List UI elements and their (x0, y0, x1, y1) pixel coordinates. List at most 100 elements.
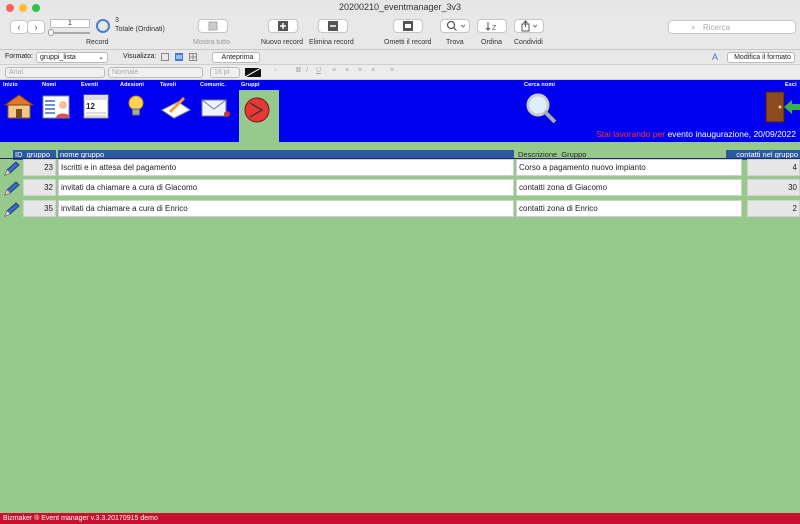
format-select-value: gruppi_lista (40, 54, 76, 61)
list-view-icon[interactable] (175, 53, 183, 61)
window-controls (6, 4, 40, 12)
exit-door-icon[interactable] (764, 90, 800, 124)
bold-icon[interactable]: B (296, 67, 301, 74)
omit-record-label: Ometti il record (384, 39, 432, 46)
text-color-icon[interactable] (245, 68, 261, 77)
highlight-icon[interactable]: ▫ (274, 67, 276, 74)
record-total-label: Totale (Ordinati) (115, 26, 165, 33)
underline-icon[interactable]: U (316, 67, 321, 74)
cell-name[interactable]: invitati da chiamare a cura di Enrico (58, 200, 514, 217)
omit-record-button[interactable] (393, 19, 423, 33)
footer-bar: Bizmaker ® Event manager v.3.3.20170915 … (0, 513, 800, 524)
cell-desc[interactable]: Corso a pagamento nuovo impianto (516, 159, 742, 176)
font-select[interactable]: Arial (5, 67, 105, 78)
person-card-icon[interactable] (42, 92, 74, 120)
search-names-icon[interactable] (524, 92, 558, 126)
house-icon[interactable] (3, 92, 35, 120)
nav-label-adesioni: Adesioni (120, 82, 145, 88)
format-select[interactable]: gruppi_lista ⌄ (36, 52, 108, 63)
notepad-icon[interactable] (160, 92, 192, 120)
align-justify-icon[interactable]: ≡ (371, 67, 375, 74)
cell-desc[interactable]: contatti zona di Enrico (516, 200, 742, 217)
cell-id[interactable]: 23 (23, 159, 56, 176)
nav-label-gruppi: Gruppi (241, 82, 260, 88)
table-row[interactable]: 23 Iscritti e in attesa del pagamento Co… (0, 158, 800, 178)
record-slider[interactable] (50, 32, 90, 34)
sort-icon: Z (485, 22, 497, 32)
minimize-icon[interactable] (19, 4, 27, 12)
record-label: Record (86, 39, 109, 46)
share-button[interactable] (514, 19, 544, 33)
nav-label-comunic: Comunic. (200, 82, 226, 88)
table-row[interactable]: 32 invitati da chiamare a cura di Giacom… (0, 179, 800, 199)
cell-name[interactable]: invitati da chiamare a cura di Giacomo (58, 179, 514, 196)
status-event: evento inaugurazione, 20/09/2022 (667, 129, 796, 139)
cell-id[interactable]: 32 (23, 179, 56, 196)
app-header: Inizio Nomi Eventi Adesioni Tavoli Comun… (0, 80, 800, 142)
sort-button[interactable]: Z (477, 19, 507, 33)
record-number-input[interactable]: 1 (50, 19, 90, 28)
share-icon (521, 20, 538, 32)
format-bar: Formato: gruppi_lista ⌄ Visualizza: Ante… (0, 50, 800, 65)
cell-contacts[interactable]: 4 (747, 159, 800, 176)
record-slider-knob[interactable] (48, 29, 54, 36)
record-pie-icon (96, 19, 110, 33)
prev-record-button[interactable]: ‹ (10, 20, 28, 34)
edit-pencil-icon[interactable] (2, 161, 20, 177)
close-icon[interactable] (6, 4, 14, 12)
show-all-icon (208, 21, 218, 31)
delete-record-button[interactable] (318, 19, 348, 33)
cell-contacts[interactable]: 2 (747, 200, 800, 217)
preview-button[interactable]: Anteprima (212, 52, 260, 63)
sort-label: Ordina (481, 39, 503, 46)
align-left-icon[interactable]: ≡ (332, 67, 336, 74)
view-label: Visualizza: (123, 53, 157, 60)
nav-label-nomi: Nomi (42, 82, 57, 88)
plus-icon (278, 21, 288, 31)
nav-label-tavoli: Tavoli (160, 82, 177, 88)
edit-pencil-icon[interactable] (2, 181, 20, 197)
cell-contacts[interactable]: 30 (747, 179, 800, 196)
window-title: 20200210_eventmanager_3v3 (338, 2, 462, 12)
nav-label-eventi: Eventi (81, 82, 99, 88)
table-row[interactable]: 35 invitati da chiamare a cura di Enrico… (0, 200, 800, 220)
find-button[interactable] (440, 19, 470, 33)
minus-icon (328, 21, 338, 31)
search-placeholder: Ricerca (703, 23, 731, 32)
groups-icon[interactable] (241, 96, 273, 124)
table-view-icon[interactable] (189, 53, 197, 61)
chevron-right-icon: › (34, 22, 38, 32)
next-record-button[interactable]: › (27, 20, 45, 34)
new-record-label: Nuovo record (261, 39, 304, 46)
lightbulb-icon[interactable] (120, 92, 152, 120)
show-all-button[interactable] (198, 19, 228, 33)
cell-id[interactable]: 35 (23, 200, 56, 217)
envelope-icon[interactable] (200, 92, 232, 120)
magnifier-icon (446, 20, 466, 31)
calendar-icon[interactable]: 12 (81, 92, 113, 120)
edit-pencil-icon[interactable] (2, 202, 20, 218)
zoom-icon[interactable] (32, 4, 40, 12)
size-select[interactable]: 16 pt (210, 67, 240, 78)
nav-label-cerca-nomi: Cerca nomi (524, 82, 555, 88)
italic-icon[interactable]: I (306, 67, 308, 74)
toolbar: ‹ › 1 3 Totale (Ordinati) Record Mostra … (0, 15, 800, 50)
font-bar: Arial Normale 16 pt ▫ B I U ≡ ≡ ≡ ≡ ≡ (0, 65, 800, 80)
text-format-icon[interactable]: A (712, 52, 718, 62)
calendar-day: 12 (86, 102, 95, 111)
align-center-icon[interactable]: ≡ (345, 67, 349, 74)
align-right-icon[interactable]: ≡ (358, 67, 362, 74)
chevron-left-icon: ‹ (17, 22, 21, 32)
cell-desc[interactable]: contatti zona di Giacomo (516, 179, 742, 196)
format-label: Formato: (5, 53, 34, 60)
line-spacing-icon[interactable]: ≡ (390, 67, 394, 74)
search-input[interactable]: ⌕ Ricerca (668, 20, 796, 34)
nav-label-esci: Esci (785, 82, 797, 88)
modify-format-button[interactable]: Modifica il formato (727, 52, 795, 63)
new-record-button[interactable] (268, 19, 298, 33)
cell-name[interactable]: Iscritti e in attesa del pagamento (58, 159, 514, 176)
share-label: Condividi (514, 39, 543, 46)
record-count: 3 (115, 17, 119, 24)
style-select[interactable]: Normale (108, 67, 203, 78)
form-view-icon[interactable] (161, 53, 169, 61)
